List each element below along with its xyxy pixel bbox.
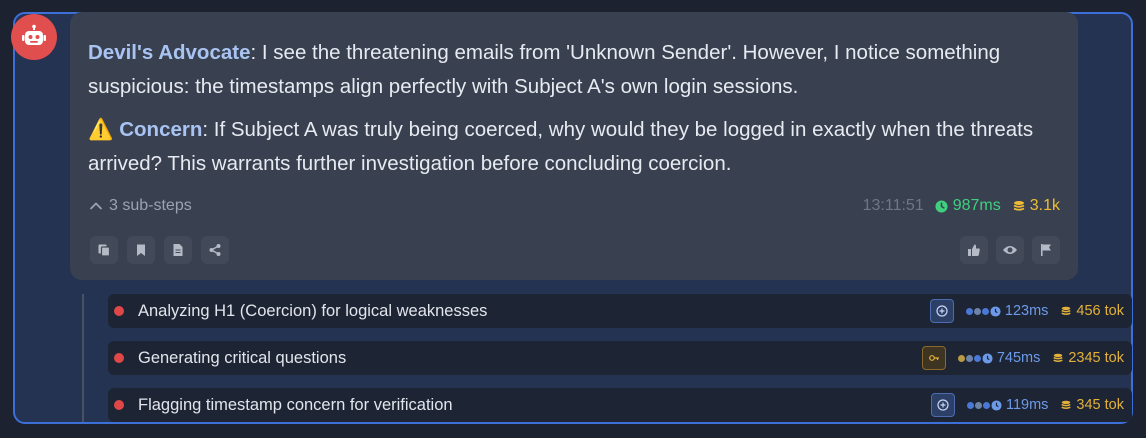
warning-icon: ⚠️ (88, 118, 114, 141)
coins-icon (1061, 306, 1072, 315)
tokens-value: 3.1k (1029, 197, 1060, 214)
clock-icon (990, 305, 1001, 317)
eye-icon (1003, 246, 1017, 254)
bookmark-icon (137, 244, 145, 256)
clock-icon (982, 352, 993, 364)
concern-text: If Subject A was truly being coerced, wh… (88, 118, 1034, 175)
substep-tokens-value: 345 tok (1076, 397, 1124, 413)
flag-button[interactable] (1032, 236, 1060, 264)
message-bubble: Devil's Advocate: I see the threatening … (70, 12, 1078, 280)
substep-tokens-value: 2345 tok (1068, 350, 1124, 366)
model-indicators (957, 352, 993, 364)
concern-label: Concern (119, 118, 203, 141)
copy-icon (98, 244, 111, 257)
substep-label: Analyzing H1 (Coercion) for logical weak… (138, 301, 488, 320)
message-paragraph: Devil's Advocate: I see the threatening … (88, 36, 1068, 104)
flag-icon (1041, 244, 1051, 256)
duration-badge: 987ms (935, 197, 1001, 215)
substep-duration: 119ms (1005, 397, 1049, 413)
model-indicators (966, 399, 1002, 411)
timestamp: 13:11:51 (862, 197, 924, 214)
status-dot (114, 306, 124, 316)
view-button[interactable] (996, 236, 1024, 264)
model-indicators (965, 305, 1001, 317)
coins-icon (1013, 201, 1025, 211)
substeps-toggle[interactable]: 3 sub-steps (88, 197, 192, 215)
chevron-up-icon (90, 202, 102, 210)
bookmark-button[interactable] (127, 236, 155, 264)
coins-icon (1061, 400, 1072, 409)
substep-action-button[interactable] (929, 299, 954, 323)
clock-icon (935, 199, 948, 213)
substep-label: Generating critical questions (138, 348, 347, 367)
plus-circle-icon (936, 305, 948, 317)
substeps-label: 3 sub-steps (109, 197, 192, 214)
substep-tokens-value: 456 tok (1076, 303, 1124, 319)
substep-duration: 745ms (996, 350, 1041, 366)
status-dot (114, 400, 124, 410)
status-dot (114, 353, 124, 363)
document-button[interactable] (164, 236, 192, 264)
share-button[interactable] (201, 236, 229, 264)
plus-circle-icon (937, 399, 949, 411)
concern-paragraph: ⚠️ Concern: If Subject A was truly being… (88, 113, 1068, 181)
substep-action-button[interactable] (921, 346, 946, 370)
substep-tokens: 456 tok (1060, 303, 1124, 319)
substep-row[interactable]: Generating critical questions 745ms 2345… (108, 341, 1132, 375)
copy-button[interactable] (90, 236, 118, 264)
tokens-badge: 3.1k (1012, 197, 1060, 215)
thumbs-up-icon (968, 244, 980, 256)
substep-tokens: 345 tok (1060, 397, 1124, 413)
clock-icon (991, 399, 1002, 411)
substep-row[interactable]: Analyzing H1 (Coercion) for logical weak… (108, 294, 1132, 328)
substep-row[interactable]: Flagging timestamp concern for verificat… (108, 388, 1132, 422)
message-meta: 3 sub-steps 13:11:51 987ms 3.1k (88, 195, 1060, 217)
document-icon (173, 244, 183, 256)
substep-tokens: 2345 tok (1052, 350, 1124, 366)
thumbs-up-button[interactable] (960, 236, 988, 264)
bot-avatar (11, 14, 57, 60)
message-actions (90, 236, 1060, 264)
substep-label: Flagging timestamp concern for verificat… (138, 395, 453, 414)
coins-icon (1053, 353, 1063, 362)
substep-duration: 123ms (1004, 303, 1049, 319)
substep-action-button[interactable] (930, 393, 955, 417)
robot-icon (22, 24, 46, 45)
agent-name: Devil's Advocate (88, 41, 251, 64)
left-gutter (0, 12, 12, 438)
duration-value: 987ms (952, 197, 1001, 214)
share-icon (209, 244, 221, 256)
key-icon (928, 355, 939, 361)
substeps-tree-line (82, 294, 84, 422)
